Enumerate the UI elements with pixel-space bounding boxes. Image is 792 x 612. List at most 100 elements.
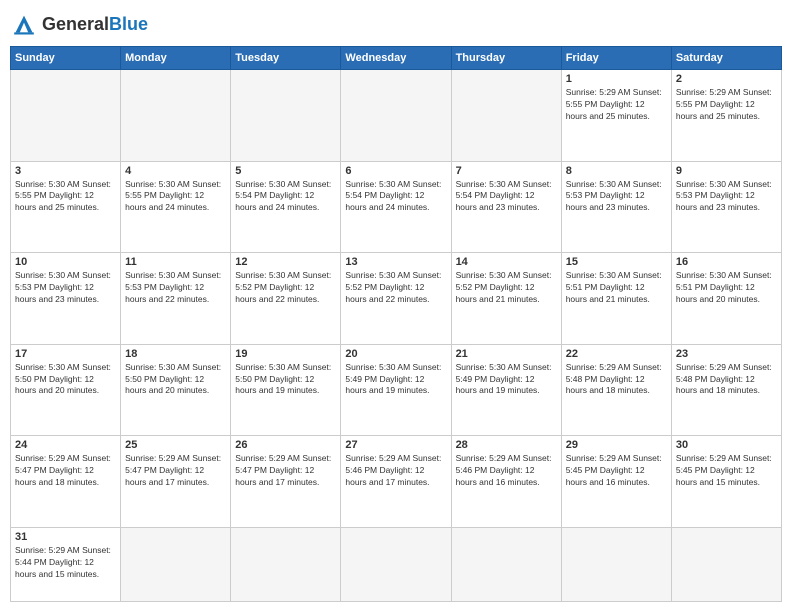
calendar-cell	[231, 70, 341, 162]
calendar-cell	[341, 527, 451, 601]
calendar-cell: 25 Sunrise: 5:29 AM Sunset: 5:47 PM Dayli…	[121, 436, 231, 528]
calendar-cell: 23Sunrise: 5:29 AM Sunset: 5:48 PM Dayli…	[671, 344, 781, 436]
day-number: 9	[676, 165, 777, 177]
day-number: 24	[15, 439, 116, 451]
day-number: 1	[566, 73, 667, 85]
day-info: Sunrise: 5:30 AM Sunset: 5:49 PM Dayligh…	[456, 362, 557, 398]
calendar-cell	[11, 70, 121, 162]
day-info: Sunrise: 5:30 AM Sunset: 5:50 PM Dayligh…	[125, 362, 226, 398]
calendar-cell	[341, 70, 451, 162]
day-number: 14	[456, 256, 557, 268]
day-number: 11	[125, 256, 226, 268]
calendar-cell: 21Sunrise: 5:30 AM Sunset: 5:49 PM Dayli…	[451, 344, 561, 436]
calendar-cell: 1 Sunrise: 5:29 AM Sunset: 5:55 PM Daylig…	[561, 70, 671, 162]
calendar-cell: 11 Sunrise: 5:30 AM Sunset: 5:53 PM Dayli…	[121, 253, 231, 345]
calendar-cell: 29Sunrise: 5:29 AM Sunset: 5:45 PM Dayli…	[561, 436, 671, 528]
day-info: Sunrise: 5:30 AM Sunset: 5:52 PM Dayligh…	[456, 270, 557, 306]
day-number: 22	[566, 348, 667, 360]
calendar-cell: 14 Sunrise: 5:30 AM Sunset: 5:52 PM Dayli…	[451, 253, 561, 345]
day-number: 27	[345, 439, 446, 451]
day-number: 19	[235, 348, 336, 360]
day-number: 17	[15, 348, 116, 360]
calendar-cell: 22 Sunrise: 5:29 AM Sunset: 5:48 PM Dayli…	[561, 344, 671, 436]
day-info: Sunrise: 5:29 AM Sunset: 5:45 PM Dayligh…	[676, 453, 777, 489]
day-number: 2	[676, 73, 777, 85]
calendar-cell: 6 Sunrise: 5:30 AM Sunset: 5:54 PM Daylig…	[341, 161, 451, 253]
day-number: 15	[566, 256, 667, 268]
day-info: Sunrise: 5:30 AM Sunset: 5:53 PM Dayligh…	[676, 179, 777, 215]
weekday-header: Tuesday	[231, 47, 341, 70]
header: GeneralBlue	[10, 10, 782, 38]
calendar-cell: 16 Sunrise: 5:30 AM Sunset: 5:51 PM Dayli…	[671, 253, 781, 345]
day-number: 30	[676, 439, 777, 451]
calendar-cell: 8 Sunrise: 5:30 AM Sunset: 5:53 PM Daylig…	[561, 161, 671, 253]
day-info: Sunrise: 5:30 AM Sunset: 5:50 PM Dayligh…	[235, 362, 336, 398]
day-number: 16	[676, 256, 777, 268]
day-info: Sunrise: 5:29 AM Sunset: 5:47 PM Dayligh…	[125, 453, 226, 489]
calendar-table: SundayMondayTuesdayWednesdayThursdayFrid…	[10, 46, 782, 602]
calendar-cell: 3Sunrise: 5:30 AM Sunset: 5:55 PM Daylig…	[11, 161, 121, 253]
calendar-cell	[121, 70, 231, 162]
calendar-cell: 18Sunrise: 5:30 AM Sunset: 5:50 PM Dayli…	[121, 344, 231, 436]
day-info: Sunrise: 5:29 AM Sunset: 5:55 PM Dayligh…	[566, 87, 667, 123]
calendar-cell: 27Sunrise: 5:29 AM Sunset: 5:46 PM Dayli…	[341, 436, 451, 528]
day-info: Sunrise: 5:30 AM Sunset: 5:53 PM Dayligh…	[566, 179, 667, 215]
calendar-cell: 2 Sunrise: 5:29 AM Sunset: 5:55 PM Daylig…	[671, 70, 781, 162]
calendar-cell	[231, 527, 341, 601]
day-info: Sunrise: 5:29 AM Sunset: 5:45 PM Dayligh…	[566, 453, 667, 489]
day-info: Sunrise: 5:29 AM Sunset: 5:46 PM Dayligh…	[456, 453, 557, 489]
weekday-header: Friday	[561, 47, 671, 70]
day-number: 23	[676, 348, 777, 360]
day-info: Sunrise: 5:30 AM Sunset: 5:54 PM Dayligh…	[456, 179, 557, 215]
logo: GeneralBlue	[10, 10, 148, 38]
calendar-cell	[451, 527, 561, 601]
day-number: 20	[345, 348, 446, 360]
day-info: Sunrise: 5:30 AM Sunset: 5:52 PM Dayligh…	[345, 270, 446, 306]
calendar-cell: 5 Sunrise: 5:30 AM Sunset: 5:54 PM Daylig…	[231, 161, 341, 253]
calendar-cell: 20 Sunrise: 5:30 AM Sunset: 5:49 PM Dayli…	[341, 344, 451, 436]
weekday-header: Monday	[121, 47, 231, 70]
day-number: 6	[345, 165, 446, 177]
calendar-cell: 30 Sunrise: 5:29 AM Sunset: 5:45 PM Dayli…	[671, 436, 781, 528]
calendar-cell	[121, 527, 231, 601]
day-info: Sunrise: 5:29 AM Sunset: 5:47 PM Dayligh…	[15, 453, 116, 489]
calendar-cell: 24 Sunrise: 5:29 AM Sunset: 5:47 PM Dayli…	[11, 436, 121, 528]
day-info: Sunrise: 5:29 AM Sunset: 5:55 PM Dayligh…	[676, 87, 777, 123]
calendar-cell: 10Sunrise: 5:30 AM Sunset: 5:53 PM Dayli…	[11, 253, 121, 345]
day-info: Sunrise: 5:29 AM Sunset: 5:48 PM Dayligh…	[566, 362, 667, 398]
weekday-header: Sunday	[11, 47, 121, 70]
calendar-cell	[561, 527, 671, 601]
weekday-header: Saturday	[671, 47, 781, 70]
day-number: 26	[235, 439, 336, 451]
day-info: Sunrise: 5:29 AM Sunset: 5:47 PM Dayligh…	[235, 453, 336, 489]
day-info: Sunrise: 5:30 AM Sunset: 5:54 PM Dayligh…	[345, 179, 446, 215]
calendar-cell: 12Sunrise: 5:30 AM Sunset: 5:52 PM Dayli…	[231, 253, 341, 345]
day-info: Sunrise: 5:30 AM Sunset: 5:51 PM Dayligh…	[676, 270, 777, 306]
calendar-cell	[451, 70, 561, 162]
day-info: Sunrise: 5:30 AM Sunset: 5:51 PM Dayligh…	[566, 270, 667, 306]
calendar-cell: 19 Sunrise: 5:30 AM Sunset: 5:50 PM Dayli…	[231, 344, 341, 436]
calendar-cell: 9 Sunrise: 5:30 AM Sunset: 5:53 PM Daylig…	[671, 161, 781, 253]
day-info: Sunrise: 5:30 AM Sunset: 5:49 PM Dayligh…	[345, 362, 446, 398]
day-info: Sunrise: 5:30 AM Sunset: 5:53 PM Dayligh…	[125, 270, 226, 306]
calendar-cell: 13 Sunrise: 5:30 AM Sunset: 5:52 PM Dayli…	[341, 253, 451, 345]
day-number: 25	[125, 439, 226, 451]
day-number: 8	[566, 165, 667, 177]
calendar-cell: 17Sunrise: 5:30 AM Sunset: 5:50 PM Dayli…	[11, 344, 121, 436]
calendar-cell: 31Sunrise: 5:29 AM Sunset: 5:44 PM Dayli…	[11, 527, 121, 601]
calendar-cell: 7Sunrise: 5:30 AM Sunset: 5:54 PM Daylig…	[451, 161, 561, 253]
calendar-cell: 4 Sunrise: 5:30 AM Sunset: 5:55 PM Daylig…	[121, 161, 231, 253]
day-number: 13	[345, 256, 446, 268]
day-info: Sunrise: 5:30 AM Sunset: 5:54 PM Dayligh…	[235, 179, 336, 215]
calendar-cell: 28 Sunrise: 5:29 AM Sunset: 5:46 PM Dayli…	[451, 436, 561, 528]
day-number: 5	[235, 165, 336, 177]
day-info: Sunrise: 5:30 AM Sunset: 5:55 PM Dayligh…	[125, 179, 226, 215]
calendar-cell: 26 Sunrise: 5:29 AM Sunset: 5:47 PM Dayli…	[231, 436, 341, 528]
calendar-cell	[671, 527, 781, 601]
day-number: 28	[456, 439, 557, 451]
day-number: 3	[15, 165, 116, 177]
page: GeneralBlue SundayMondayTuesdayWednesday…	[0, 0, 792, 612]
logo-text: GeneralBlue	[42, 14, 148, 35]
day-number: 4	[125, 165, 226, 177]
weekday-header: Thursday	[451, 47, 561, 70]
